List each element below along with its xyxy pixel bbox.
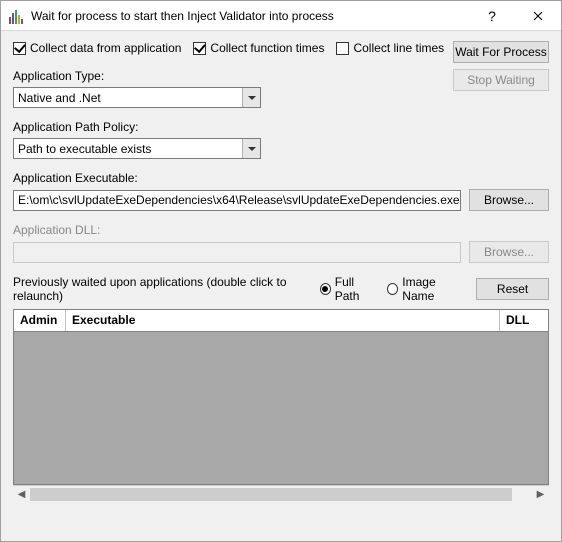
input-value: E:\om\c\svlUpdateExeDependencies\x64\Rel… — [18, 193, 460, 207]
chevron-down-icon — [242, 139, 260, 158]
window-buttons: ? — [469, 1, 561, 30]
titlebar: Wait for process to start then Inject Va… — [1, 1, 561, 31]
combo-value: Path to executable exists — [18, 142, 151, 156]
scrollbar-thumb[interactable] — [30, 488, 512, 501]
help-button[interactable]: ? — [469, 1, 515, 30]
radio-icon — [387, 283, 398, 295]
stop-waiting-button[interactable]: Stop Waiting — [453, 69, 549, 91]
radio-label: Image Name — [402, 275, 464, 303]
executable-input[interactable]: E:\om\c\svlUpdateExeDependencies\x64\Rel… — [13, 190, 461, 211]
column-dll[interactable]: DLL — [500, 310, 548, 331]
dll-input — [13, 242, 461, 263]
collect-line-times-checkbox[interactable]: Collect line times — [336, 41, 444, 55]
app-icon — [9, 8, 25, 24]
previously-waited-row: Previously waited upon applications (dou… — [13, 275, 549, 303]
dialog-window: Wait for process to start then Inject Va… — [0, 0, 562, 542]
column-admin[interactable]: Admin — [14, 310, 66, 331]
path-policy-combo[interactable]: Path to executable exists — [13, 138, 261, 159]
image-name-radio[interactable]: Image Name — [387, 275, 464, 303]
right-button-stack: Wait For Process Stop Waiting — [453, 41, 549, 91]
checkbox-icon — [336, 42, 349, 55]
wait-for-process-button[interactable]: Wait For Process — [453, 41, 549, 63]
checkbox-icon — [193, 42, 206, 55]
checkbox-label: Collect line times — [353, 41, 444, 55]
table-header: Admin Executable DLL — [14, 310, 548, 332]
column-executable[interactable]: Executable — [66, 310, 500, 331]
horizontal-scrollbar[interactable]: ◀ ▶ — [13, 485, 549, 502]
path-policy-label: Application Path Policy: — [13, 120, 549, 134]
scroll-left-icon[interactable]: ◀ — [13, 486, 30, 503]
chevron-down-icon — [242, 88, 260, 107]
combo-value: Native and .Net — [18, 91, 101, 105]
collect-data-checkbox[interactable]: Collect data from application — [13, 41, 181, 55]
client-area: Wait For Process Stop Waiting Collect da… — [1, 31, 561, 541]
checkbox-label: Collect data from application — [30, 41, 181, 55]
reset-button[interactable]: Reset — [476, 278, 549, 300]
close-button[interactable] — [515, 1, 561, 30]
radio-label: Full Path — [335, 275, 378, 303]
checkbox-icon — [13, 42, 26, 55]
checkbox-label: Collect function times — [210, 41, 324, 55]
scroll-right-icon[interactable]: ▶ — [532, 486, 549, 503]
table-body[interactable] — [14, 332, 548, 484]
applications-table: Admin Executable DLL — [13, 309, 549, 485]
window-title: Wait for process to start then Inject Va… — [31, 9, 469, 23]
scrollbar-track[interactable] — [30, 486, 532, 502]
application-type-combo[interactable]: Native and .Net — [13, 87, 261, 108]
collect-function-times-checkbox[interactable]: Collect function times — [193, 41, 324, 55]
application-executable-label: Application Executable: — [13, 171, 549, 185]
browse-executable-button[interactable]: Browse... — [469, 189, 549, 211]
radio-icon — [320, 283, 331, 295]
application-dll-label: Application DLL: — [13, 223, 549, 237]
executable-row: E:\om\c\svlUpdateExeDependencies\x64\Rel… — [13, 189, 549, 211]
previously-waited-label: Previously waited upon applications (dou… — [13, 275, 310, 303]
browse-dll-button: Browse... — [469, 241, 549, 263]
full-path-radio[interactable]: Full Path — [320, 275, 378, 303]
dll-row: Browse... — [13, 241, 549, 263]
